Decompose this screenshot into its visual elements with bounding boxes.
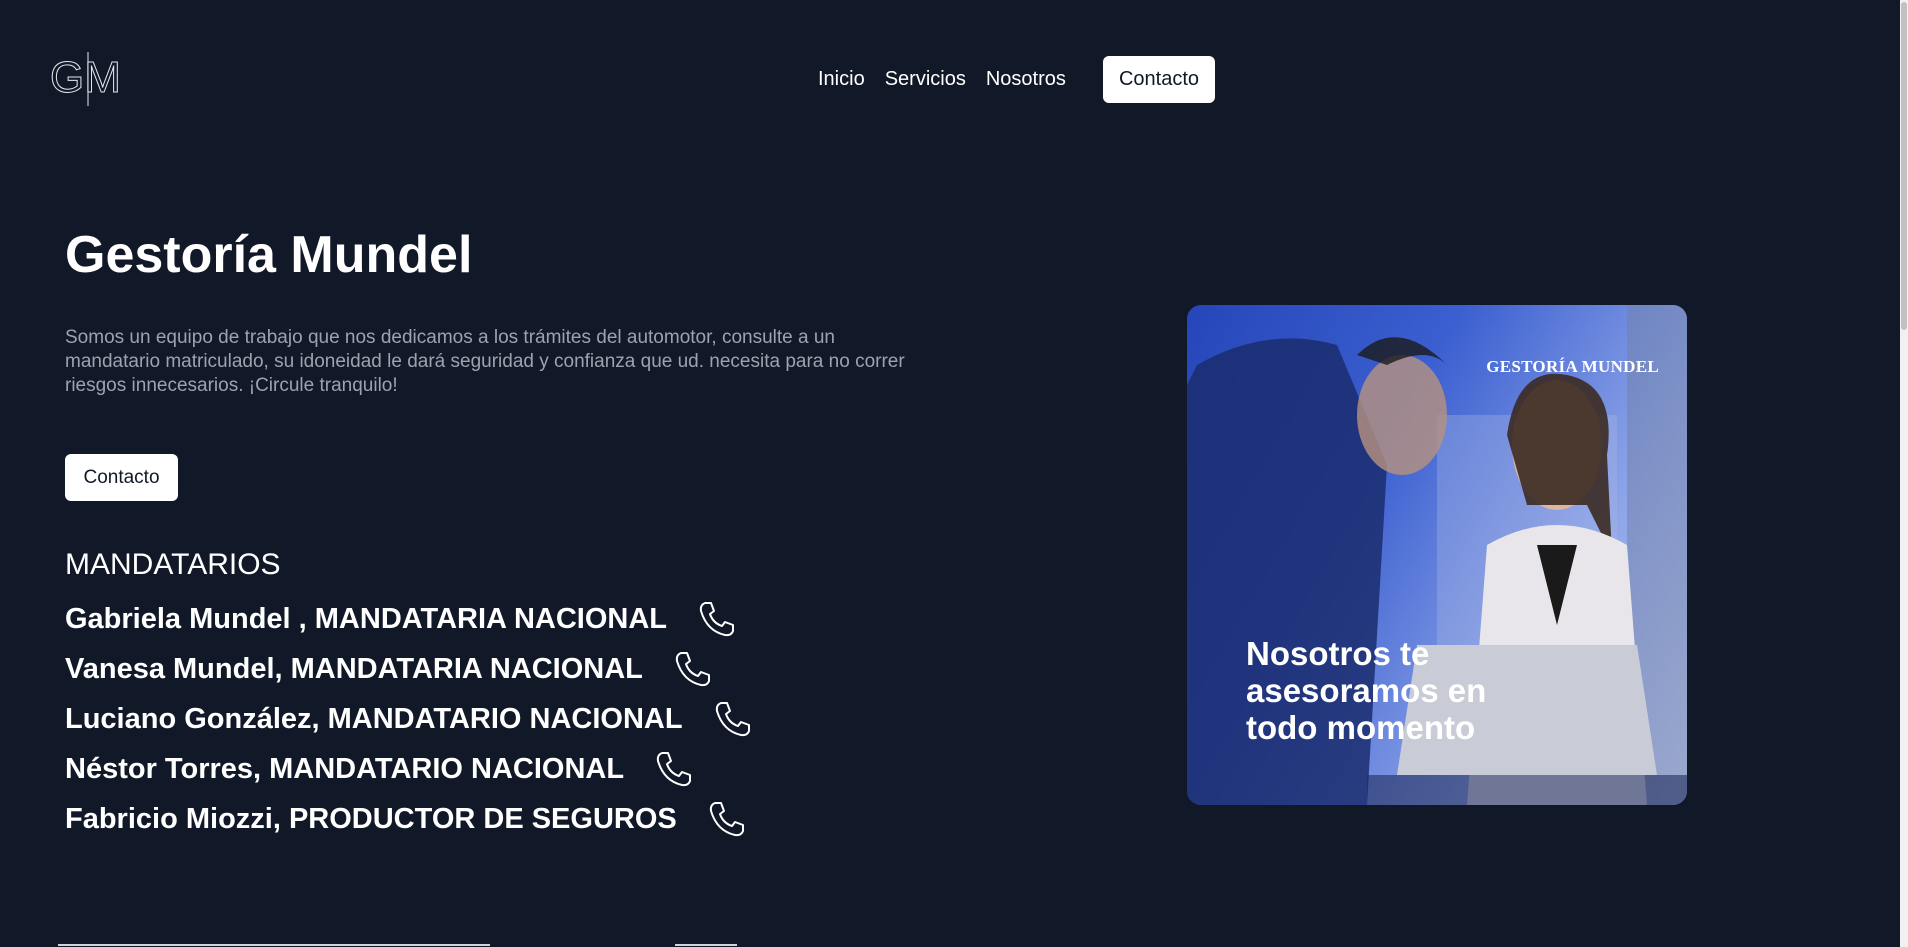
nav-link-servicios[interactable]: Servicios: [885, 68, 966, 91]
nav-contact-button[interactable]: Contacto: [1103, 56, 1215, 103]
page-title: Gestoría Mundel: [65, 226, 473, 284]
navbar: GM Inicio Servicios Nosotros Contacto: [0, 0, 1900, 160]
phone-icon[interactable]: [673, 649, 713, 689]
list-item: Luciano González, MANDATARIO NACIONAL: [65, 694, 753, 744]
mandatario-name: Fabricio Miozzi, PRODUCTOR DE SEGUROS: [65, 802, 677, 835]
mandatario-name: Vanesa Mundel, MANDATARIA NACIONAL: [65, 652, 643, 685]
scrollbar-thumb[interactable]: [1901, 2, 1907, 330]
mandatarios-list: Gabriela Mundel , MANDATARIA NACIONAL Va…: [65, 594, 753, 844]
mandatario-name: Gabriela Mundel , MANDATARIA NACIONAL: [65, 602, 668, 635]
nav-link-inicio[interactable]: Inicio: [818, 68, 865, 91]
mandatarios-heading: MANDATARIOS: [65, 548, 281, 581]
list-item: Vanesa Mundel, MANDATARIA NACIONAL: [65, 644, 753, 694]
promo-tagline: Nosotros te asesoramos en todo momento: [1246, 635, 1566, 746]
divider: [675, 944, 737, 946]
divider: [58, 944, 490, 946]
hero-description: Somos un equipo de trabajo que nos dedic…: [65, 327, 905, 396]
nav-links: Inicio Servicios Nosotros: [818, 68, 1066, 91]
promo-brand: GESTORÍA MUNDEL: [1486, 357, 1659, 376]
promo-image: GESTORÍA MUNDEL Nosotros te asesoramos e…: [1187, 305, 1687, 805]
phone-icon[interactable]: [697, 599, 737, 639]
phone-icon[interactable]: [713, 699, 753, 739]
hero-contact-button[interactable]: Contacto: [65, 454, 178, 501]
phone-icon[interactable]: [654, 749, 694, 789]
logo[interactable]: GM: [50, 50, 132, 108]
promo-tagline-line: asesoramos en: [1246, 672, 1487, 709]
list-item: Néstor Torres, MANDATARIO NACIONAL: [65, 744, 753, 794]
promo-tagline-line: Nosotros te: [1246, 635, 1430, 672]
list-item: Fabricio Miozzi, PRODUCTOR DE SEGUROS: [65, 794, 753, 844]
svg-text:GM: GM: [50, 53, 121, 102]
mandatario-name: Néstor Torres, MANDATARIO NACIONAL: [65, 752, 625, 785]
list-item: Gabriela Mundel , MANDATARIA NACIONAL: [65, 594, 753, 644]
scrollbar[interactable]: [1900, 0, 1908, 947]
promo-tagline-line: todo momento: [1246, 709, 1476, 746]
mandatario-name: Luciano González, MANDATARIO NACIONAL: [65, 702, 683, 735]
phone-icon[interactable]: [707, 799, 747, 839]
nav-link-nosotros[interactable]: Nosotros: [986, 68, 1066, 91]
